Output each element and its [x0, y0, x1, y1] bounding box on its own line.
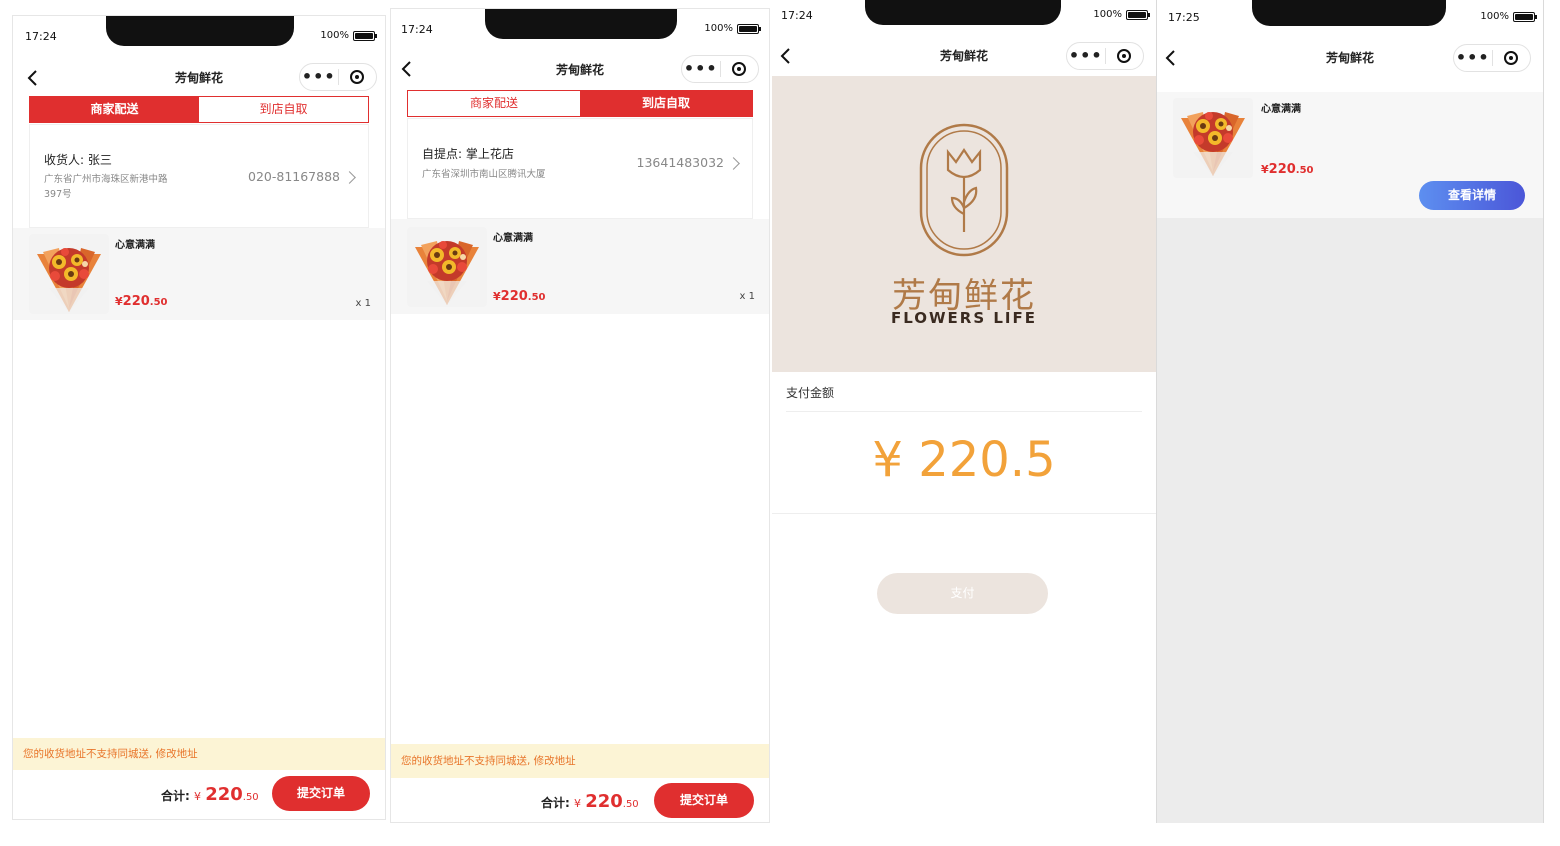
bouquet-image	[407, 227, 487, 307]
battery-indicator: 100%	[320, 30, 377, 41]
brand-banner: 芳甸鲜花 FLOWERS LIFE	[772, 76, 1156, 372]
pickup-point-name: 自提点: 掌上花店	[422, 147, 514, 161]
address-card[interactable]: 收货人: 张三 广东省广州市海珠区新港中路 397号 020-81167888	[29, 124, 369, 228]
goods-price: ¥220.50	[1261, 162, 1314, 177]
battery-level: 100%	[1093, 9, 1122, 20]
phone-screen-order-list: 17:25 100% 芳甸鲜花 ••• 心意满满 ¥220.50 查看详情	[1156, 0, 1544, 823]
mini-program-capsule: •••	[681, 55, 759, 83]
phone-screen-pickup: 17:24 100% 芳甸鲜花 ••• 商家配送 到店自取 自提点: 掌上花店 …	[390, 8, 770, 823]
chevron-right-icon	[343, 171, 356, 184]
bouquet-image	[1173, 98, 1253, 178]
goods-name: 心意满满	[493, 233, 533, 244]
battery-icon	[1513, 11, 1537, 22]
goods-item: 心意满满 ¥220.50 x 1	[13, 228, 385, 320]
battery-icon	[353, 30, 377, 41]
close-target-icon[interactable]	[1105, 49, 1143, 63]
camera-notch	[1252, 0, 1446, 26]
pay-button[interactable]: 支付	[877, 573, 1048, 614]
tab-store-pickup[interactable]: 到店自取	[580, 91, 752, 116]
battery-level: 100%	[1480, 11, 1509, 22]
order-total: 合计: ¥ 220.50	[161, 784, 259, 805]
close-target-icon[interactable]	[1492, 51, 1530, 65]
more-icon[interactable]: •••	[1067, 43, 1105, 69]
address-notice[interactable]: 您的收货地址不支持同城送, 修改地址	[391, 744, 769, 778]
phone-screen-payment: 17:24 100% 芳甸鲜花 ••• 芳甸鲜花 FLOWERS LIFE 支付…	[772, 0, 1156, 823]
receiver-phone: 020-81167888	[248, 169, 340, 184]
divider	[786, 411, 1142, 412]
camera-notch	[106, 16, 294, 46]
delivery-tabs: 商家配送 到店自取	[407, 90, 753, 117]
status-time: 17:24	[781, 9, 813, 22]
more-icon[interactable]: •••	[300, 64, 338, 90]
status-time: 17:24	[25, 30, 57, 43]
goods-name: 心意满满	[115, 240, 155, 251]
order-total: 合计: ¥ 220.50	[541, 791, 639, 812]
battery-icon	[1126, 9, 1150, 20]
close-target-icon[interactable]	[338, 70, 376, 84]
phone-screen-delivery: 17:24 100% 芳甸鲜花 ••• 商家配送 到店自取 收货人: 张三 广东…	[12, 15, 386, 820]
goods-quantity: x 1	[355, 298, 371, 309]
battery-level: 100%	[704, 23, 733, 34]
navigation-bar: 芳甸鲜花 •••	[391, 55, 769, 87]
camera-notch	[485, 9, 677, 39]
mini-program-capsule: •••	[299, 63, 377, 91]
tulip-logo-icon	[919, 123, 1009, 257]
mini-program-capsule: •••	[1066, 42, 1144, 70]
view-details-button[interactable]: 查看详情	[1419, 181, 1525, 210]
navigation-bar: 芳甸鲜花 •••	[1157, 42, 1543, 74]
bouquet-image	[29, 234, 109, 314]
divider	[772, 513, 1156, 514]
navigation-bar: 芳甸鲜花 •••	[13, 62, 385, 94]
status-time: 17:25	[1168, 11, 1200, 24]
mini-program-capsule: •••	[1453, 44, 1531, 72]
goods-price: ¥220.50	[493, 289, 546, 304]
address-line-2: 397号	[44, 189, 72, 200]
submit-order-button[interactable]: 提交订单	[654, 783, 754, 818]
battery-indicator: 100%	[1093, 9, 1150, 20]
more-icon[interactable]: •••	[682, 56, 720, 82]
payment-amount: ¥ 220.5	[872, 432, 1056, 488]
status-time: 17:24	[401, 23, 433, 36]
pickup-address: 广东省深圳市南山区腾讯大厦	[422, 169, 546, 180]
brand-name-english: FLOWERS LIFE	[890, 309, 1038, 327]
tab-merchant-delivery[interactable]: 商家配送	[408, 91, 580, 116]
tab-merchant-delivery[interactable]: 商家配送	[30, 97, 199, 122]
chevron-right-icon	[727, 157, 740, 170]
battery-indicator: 100%	[1480, 11, 1537, 22]
order-card: 心意满满 ¥220.50 查看详情	[1157, 92, 1543, 218]
close-target-icon[interactable]	[720, 62, 758, 76]
battery-icon	[737, 23, 761, 34]
goods-price: ¥220.50	[115, 294, 168, 309]
receiver-name: 收货人: 张三	[44, 153, 112, 167]
battery-level: 100%	[320, 30, 349, 41]
submit-order-button[interactable]: 提交订单	[272, 776, 370, 811]
order-footer: 合计: ¥ 220.50 提交订单	[391, 778, 769, 822]
navigation-bar: 芳甸鲜花 •••	[772, 40, 1156, 72]
camera-notch	[865, 0, 1061, 25]
delivery-tabs: 商家配送 到店自取	[29, 96, 369, 123]
tab-store-pickup[interactable]: 到店自取	[199, 97, 368, 122]
goods-name: 心意满满	[1261, 104, 1301, 115]
address-notice[interactable]: 您的收货地址不支持同城送, 修改地址	[13, 738, 385, 770]
battery-indicator: 100%	[704, 23, 761, 34]
goods-item: 心意满满 ¥220.50 x 1	[391, 219, 769, 314]
pickup-phone: 13641483032	[636, 155, 724, 170]
address-line-1: 广东省广州市海珠区新港中路	[44, 174, 168, 185]
order-footer: 合计: ¥ 220.50 提交订单	[13, 772, 385, 816]
goods-quantity: x 1	[739, 291, 755, 302]
payment-amount-label: 支付金额	[786, 386, 835, 400]
pickup-point-card[interactable]: 自提点: 掌上花店 广东省深圳市南山区腾讯大厦 13641483032	[407, 118, 753, 219]
more-icon[interactable]: •••	[1454, 45, 1492, 71]
